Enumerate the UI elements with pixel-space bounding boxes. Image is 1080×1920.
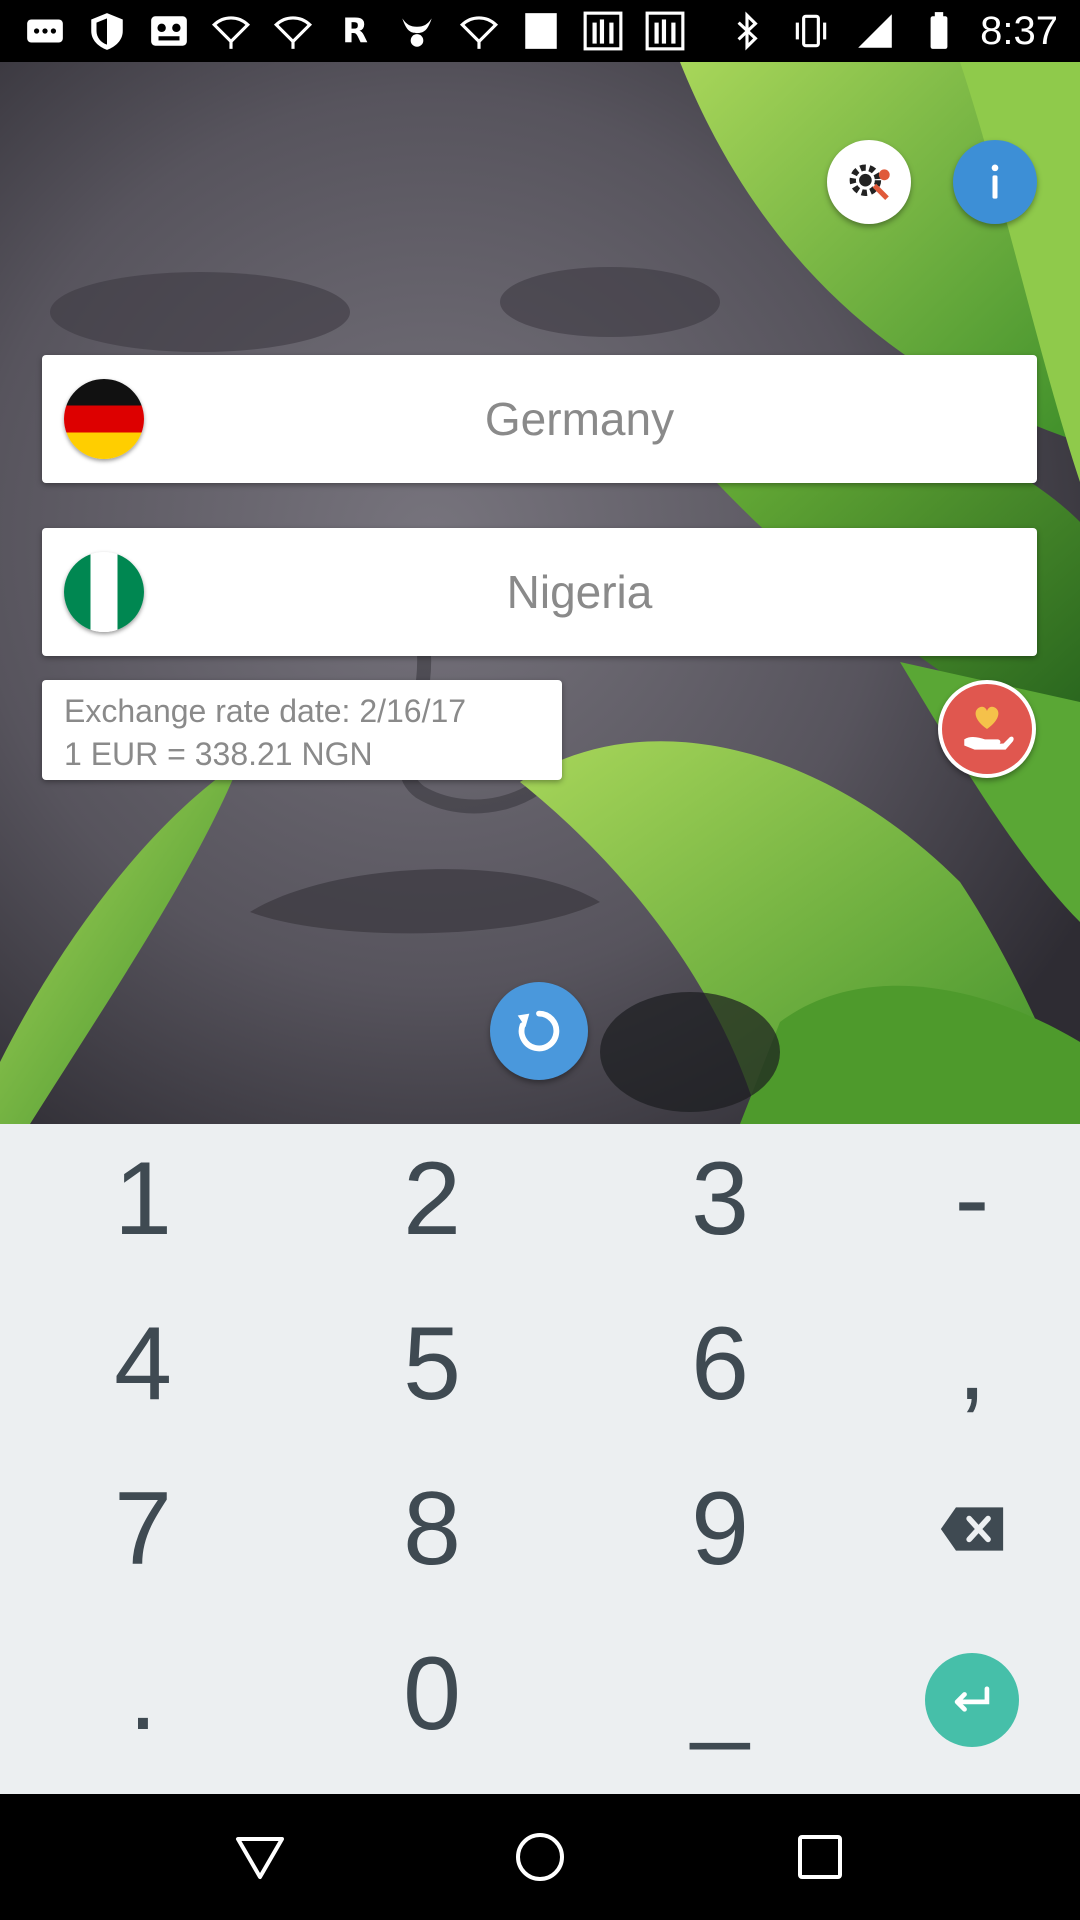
key-4[interactable]: 4 [43, 1289, 243, 1439]
system-nav-bar [0, 1794, 1080, 1920]
wifi-icon [456, 8, 502, 54]
enter-icon [954, 1686, 990, 1712]
more-icon [22, 8, 68, 54]
backspace-icon [940, 1507, 1004, 1551]
back-triangle-icon[interactable] [230, 1827, 290, 1887]
background-photo: Germany Nigeria Exchange rate date: 2/16… [0, 62, 1080, 1124]
to-country-selector[interactable]: Nigeria [42, 528, 1037, 656]
recents-square-icon[interactable] [790, 1827, 850, 1887]
key-8[interactable]: 8 [332, 1454, 532, 1604]
info-icon [991, 164, 999, 199]
rfi-icon [580, 8, 626, 54]
key-6[interactable]: 6 [620, 1289, 820, 1439]
refresh-icon [517, 1010, 560, 1052]
info-button[interactable] [953, 140, 1037, 224]
key-decimal-point[interactable]: . [43, 1619, 243, 1769]
key-1[interactable]: 1 [43, 1124, 243, 1274]
key-2[interactable]: 2 [332, 1124, 532, 1274]
to-country-name: Nigeria [506, 566, 653, 618]
heart-hand-icon [964, 706, 1014, 750]
square-icon [518, 8, 564, 54]
rate-date-text: Exchange rate date: 2/16/17 [64, 693, 467, 729]
wifi-icon [208, 8, 254, 54]
battery-icon [916, 8, 962, 54]
wifi-icon [270, 8, 316, 54]
signal-icon [852, 8, 898, 54]
game-icon [146, 8, 192, 54]
from-country-selector[interactable]: Germany [42, 355, 1037, 483]
key-7[interactable]: 7 [43, 1454, 243, 1604]
svg-text:R: R [342, 12, 368, 51]
exchange-rate-info: Exchange rate date: 2/16/17 1 EUR = 338.… [42, 680, 562, 780]
key-5[interactable]: 5 [332, 1289, 532, 1439]
key-9[interactable]: 9 [620, 1454, 820, 1604]
shield-icon [84, 8, 130, 54]
rate-value-text: 1 EUR = 338.21 NGN [64, 736, 373, 772]
key-space[interactable]: _ [620, 1619, 820, 1769]
numeric-keypad: 1 2 3 - 4 5 6 , 7 8 9 . 0 _ [0, 1124, 1080, 1794]
refresh-button[interactable] [490, 982, 588, 1080]
germany-flag-icon [64, 379, 144, 459]
status-bar: R 8:37 [0, 0, 1080, 62]
key-0[interactable]: 0 [332, 1619, 532, 1769]
key-minus[interactable]: - [872, 1124, 1072, 1274]
key-comma[interactable]: , [872, 1289, 1072, 1439]
donate-button[interactable] [938, 680, 1036, 778]
rfi-icon [642, 8, 688, 54]
backspace-button[interactable] [872, 1454, 1072, 1604]
r-app-icon: R [332, 8, 378, 54]
nigeria-flag-icon [64, 552, 144, 632]
bluetooth-icon [724, 8, 770, 54]
vibrate-icon [788, 8, 834, 54]
settings-button[interactable] [827, 140, 911, 224]
key-3[interactable]: 3 [620, 1124, 820, 1274]
status-time: 8:37 [980, 8, 1058, 53]
settings-wrench-icon [849, 164, 890, 200]
horns-icon [394, 8, 440, 54]
home-circle-icon[interactable] [510, 1827, 570, 1887]
enter-button[interactable] [925, 1653, 1019, 1747]
from-country-name: Germany [484, 393, 675, 445]
